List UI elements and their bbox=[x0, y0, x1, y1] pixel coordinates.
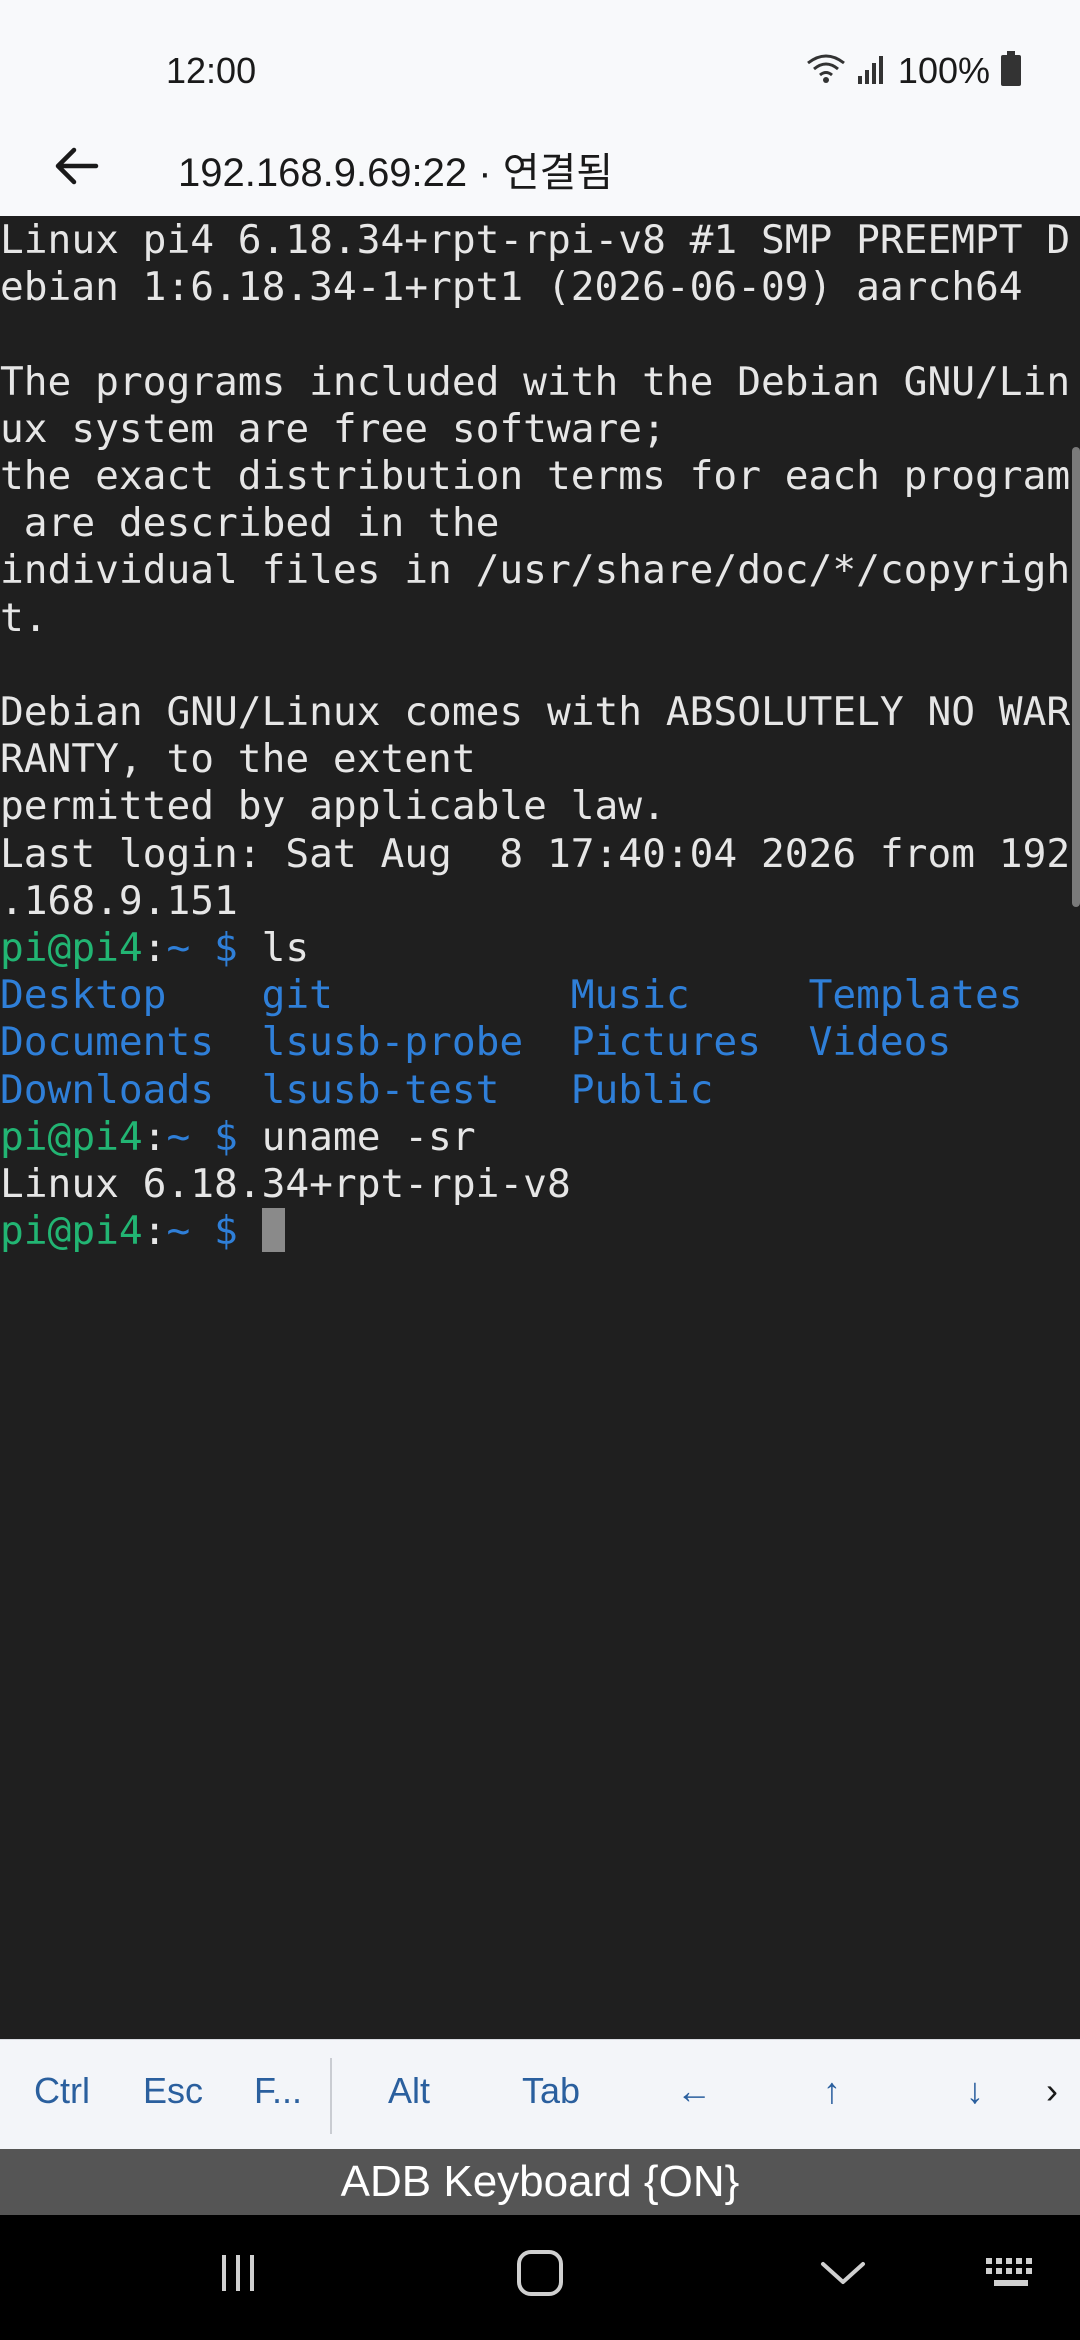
dir-entry: lsusb-probe bbox=[261, 1019, 571, 1066]
arrow-up-key[interactable]: ↑ bbox=[823, 2070, 841, 2112]
extra-keys-bar: Ctrl Esc F... Alt Tab ← ↑ ↓ › bbox=[0, 2039, 1080, 2150]
command-output: Linux 6.18.34+rpt-rpi-v8 bbox=[0, 1161, 571, 1208]
chevron-down-icon bbox=[819, 2258, 867, 2293]
home-icon bbox=[515, 2248, 565, 2303]
connection-title: 192.168.9.69:22 · 연결됨 bbox=[178, 151, 614, 195]
prompt-user-host: pi@pi4 bbox=[0, 925, 143, 972]
dir-entry: Downloads bbox=[0, 1066, 262, 1113]
home-button[interactable] bbox=[505, 2245, 575, 2305]
more-keys-button[interactable]: › bbox=[1046, 2070, 1058, 2112]
terminal-line: Debian GNU/Linux comes with ABSOLUTELY N… bbox=[0, 689, 1071, 736]
esc-key[interactable]: Esc bbox=[143, 2070, 203, 2112]
terminal-line: permitted by applicable law. bbox=[0, 783, 666, 830]
terminal-line: Last login: Sat Aug 8 17:40:04 2026 from… bbox=[0, 830, 1071, 877]
dir-entry: Pictures bbox=[570, 1019, 809, 1066]
arrow-left-icon bbox=[52, 146, 100, 191]
wifi-icon bbox=[806, 53, 846, 90]
terminal-line: RANTY, to the extent bbox=[0, 736, 476, 783]
dir-entry: Music bbox=[570, 972, 809, 1019]
prompt-user-host: pi@pi4 bbox=[0, 1208, 143, 1255]
prompt-path: ~ bbox=[166, 1208, 191, 1255]
terminal-line: individual files in /usr/share/doc/*/cop… bbox=[0, 547, 1071, 594]
battery-percent: 100% bbox=[897, 50, 990, 91]
back-button[interactable] bbox=[44, 136, 108, 200]
terminal-line: Linux pi4 6.18.34+rpt-rpi-v8 #1 SMP PREE… bbox=[0, 217, 1071, 263]
terminal-line: .168.9.151 bbox=[0, 877, 238, 924]
arrow-down-key[interactable]: ↓ bbox=[966, 2070, 984, 2112]
ctrl-key[interactable]: Ctrl bbox=[34, 2070, 90, 2112]
terminal-line: the exact distribution terms for each pr… bbox=[0, 453, 1071, 500]
app-bar: 192.168.9.69:22 · 연결됨 bbox=[0, 120, 1080, 216]
terminal-line: are described in the bbox=[0, 500, 500, 547]
status-icons: 100% bbox=[806, 50, 1022, 92]
terminal-line: The programs included with the Debian GN… bbox=[0, 358, 1071, 405]
terminal-line: t. bbox=[0, 594, 48, 641]
hide-keyboard-button[interactable] bbox=[808, 2245, 878, 2305]
dir-entry: Desktop bbox=[0, 972, 262, 1019]
dir-entry: lsusb-test bbox=[261, 1066, 571, 1113]
dir-entry: git bbox=[261, 972, 571, 1019]
keyboard-switch-button[interactable] bbox=[977, 2245, 1047, 2305]
recents-icon bbox=[216, 2251, 260, 2300]
prompt-path: ~ bbox=[166, 925, 191, 972]
dir-entry: Public bbox=[570, 1066, 714, 1113]
command: ls bbox=[261, 925, 310, 972]
dir-entry: Videos bbox=[808, 1019, 952, 1066]
fn-key[interactable]: F... bbox=[254, 2070, 302, 2112]
prompt-symbol: $ bbox=[214, 1208, 238, 1255]
prompt-symbol: $ bbox=[214, 925, 238, 972]
terminal-scrollbar[interactable] bbox=[1072, 447, 1080, 907]
dir-entry: Documents bbox=[0, 1019, 262, 1066]
keyboard-icon bbox=[984, 2256, 1040, 2295]
terminal-output: Linux pi4 6.18.34+rpt-rpi-v8 #1 SMP PREE… bbox=[0, 217, 1071, 1255]
prompt-path: ~ bbox=[166, 1113, 191, 1160]
keys-divider bbox=[330, 2058, 332, 2134]
recents-button[interactable] bbox=[203, 2245, 273, 2305]
signal-icon bbox=[856, 54, 888, 89]
tab-key[interactable]: Tab bbox=[522, 2070, 580, 2112]
prompt-user-host: pi@pi4 bbox=[0, 1113, 143, 1160]
terminal-cursor bbox=[261, 1208, 285, 1253]
terminal-line: ebian 1:6.18.34-1+rpt1 (2026-06-09) aarc… bbox=[0, 264, 1023, 311]
alt-key[interactable]: Alt bbox=[388, 2070, 430, 2112]
status-time: 12:00 bbox=[166, 50, 257, 91]
arrow-left-key[interactable]: ← bbox=[676, 2070, 712, 2112]
prompt-symbol: $ bbox=[214, 1113, 238, 1160]
adb-keyboard-indicator: ADB Keyboard {ON} bbox=[0, 2149, 1080, 2215]
dir-entry: Templates bbox=[808, 972, 1023, 1019]
terminal-line: ux system are free software; bbox=[0, 405, 666, 452]
command: uname -sr bbox=[261, 1113, 476, 1160]
battery-icon bbox=[1000, 50, 1022, 92]
terminal-view[interactable]: Linux pi4 6.18.34+rpt-rpi-v8 #1 SMP PREE… bbox=[0, 217, 1080, 2039]
navigation-bar bbox=[0, 2215, 1080, 2340]
status-bar: 12:00 100% bbox=[0, 0, 1080, 140]
